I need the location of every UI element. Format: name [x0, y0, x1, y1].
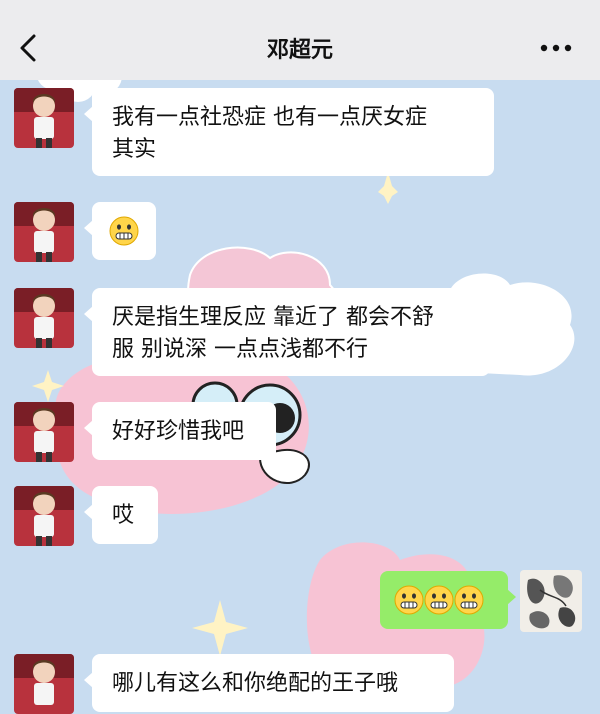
avatar[interactable]	[14, 654, 74, 714]
message-bubble[interactable]: 我有一点社恐症 也有一点厌女症 其实	[84, 88, 494, 176]
chat-title: 邓超元	[266, 38, 333, 63]
message-text: 好好珍惜我吧	[112, 419, 245, 444]
avatar[interactable]	[14, 486, 74, 546]
message-text: 我有一点社恐症 也有一点厌女症	[112, 105, 427, 130]
self-avatar-image	[520, 570, 582, 632]
avatar[interactable]	[14, 402, 74, 462]
message-text: 厌是指生理反应 靠近了 都会不舒	[112, 305, 434, 330]
avatar[interactable]	[14, 88, 74, 148]
message-text: 其实	[112, 137, 157, 162]
user-avatar-image	[14, 654, 74, 714]
message-text: 服 别说深 一点点浅都不行	[112, 337, 368, 362]
message-text: 哪儿有这么和你绝配的王子哦	[112, 671, 399, 696]
message-bubble[interactable]	[84, 202, 156, 260]
chat-header: 邓超元	[0, 0, 600, 80]
more-dots-icon[interactable]	[540, 44, 572, 52]
user-avatar-image	[14, 202, 74, 262]
message-bubble[interactable]: 哎	[84, 486, 158, 544]
sparkle-icon	[192, 600, 248, 656]
message-text: 哎	[112, 503, 135, 528]
sparkle-icon	[378, 172, 398, 204]
grimace-emoji-icon	[394, 585, 424, 615]
grimace-emoji-icon	[454, 585, 484, 615]
user-avatar-image	[14, 288, 74, 348]
message-bubble[interactable]: 厌是指生理反应 靠近了 都会不舒 服 别说深 一点点浅都不行	[84, 288, 490, 376]
user-avatar-image	[14, 88, 74, 148]
grimace-emoji-icon	[109, 216, 139, 246]
self-avatar[interactable]	[520, 570, 582, 632]
user-avatar-image	[14, 486, 74, 546]
message-bubble[interactable]: 好好珍惜我吧	[84, 402, 276, 460]
message-bubble-self[interactable]	[380, 571, 516, 629]
user-avatar-image	[14, 402, 74, 462]
avatar[interactable]	[14, 202, 74, 262]
avatar[interactable]	[14, 288, 74, 348]
message-bubble[interactable]: 哪儿有这么和你绝配的王子哦	[84, 654, 454, 712]
grimace-emoji-icon	[424, 585, 454, 615]
